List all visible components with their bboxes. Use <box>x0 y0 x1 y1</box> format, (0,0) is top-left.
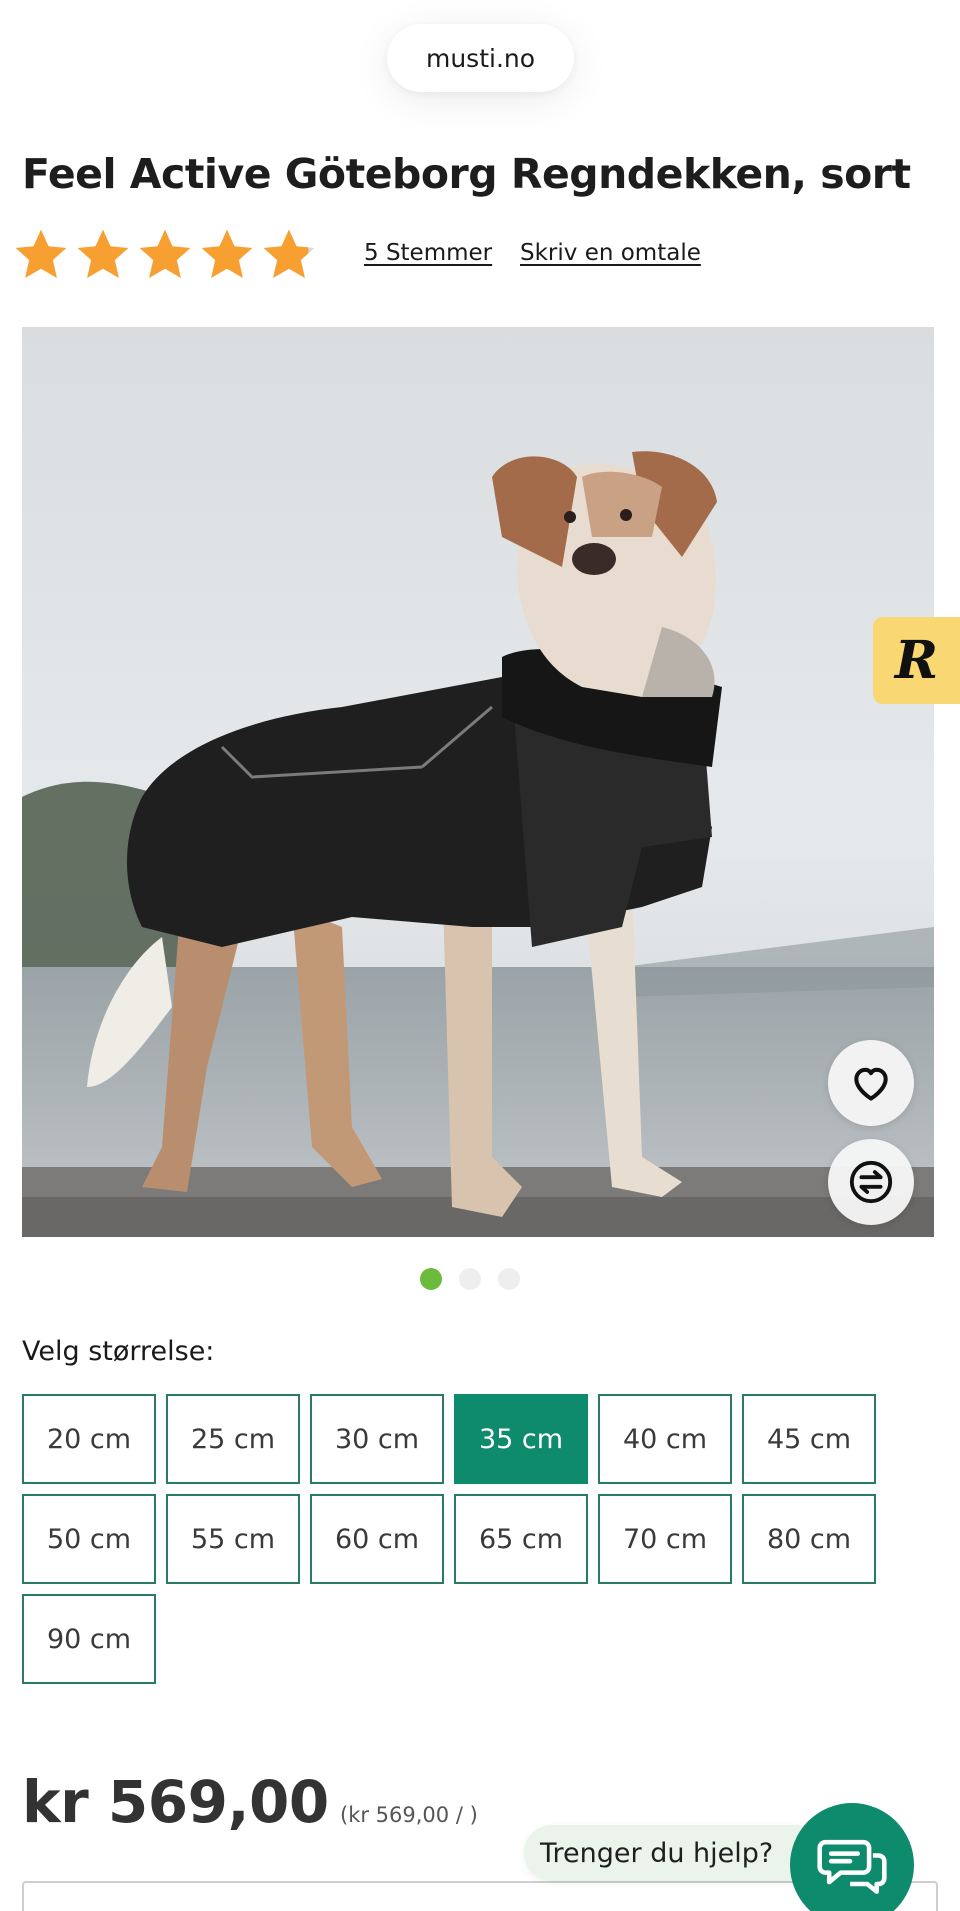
favorite-button[interactable] <box>828 1040 914 1126</box>
size-label: Velg størrelse: <box>22 1336 215 1367</box>
url-bar[interactable]: musti.no <box>387 24 574 92</box>
carousel-dot[interactable] <box>498 1268 520 1290</box>
dog-photo <box>22 327 934 1237</box>
size-option[interactable]: 55 cm <box>166 1494 300 1584</box>
size-option[interactable]: 45 cm <box>742 1394 876 1484</box>
help-prompt[interactable]: Trenger du hjelp? <box>524 1825 824 1881</box>
size-option[interactable]: 80 cm <box>742 1494 876 1584</box>
size-option[interactable]: 20 cm <box>22 1394 156 1484</box>
rating-row: 5 Stemmer Skriv en omtale <box>12 224 952 288</box>
size-option[interactable]: 50 cm <box>22 1494 156 1584</box>
help-label: Trenger du hjelp? <box>540 1837 774 1869</box>
size-option[interactable]: 70 cm <box>598 1494 732 1584</box>
star-icon-partial <box>263 229 315 278</box>
url-text: musti.no <box>425 43 536 73</box>
size-option[interactable]: 25 cm <box>166 1394 300 1484</box>
unit-price: (kr 569,00 / ) <box>340 1803 478 1827</box>
chat-icon <box>817 1839 887 1894</box>
heart-icon <box>854 1067 888 1101</box>
compare-arrows-icon <box>849 1160 893 1204</box>
size-option[interactable]: 90 cm <box>22 1594 156 1684</box>
size-option[interactable]: 60 cm <box>310 1494 444 1584</box>
star-icon <box>201 229 253 278</box>
write-review-link[interactable]: Skriv en omtale <box>520 240 701 266</box>
star-icon <box>77 229 129 278</box>
size-options: 20 cm 25 cm 30 cm 35 cm 40 cm 45 cm 50 c… <box>22 1394 902 1684</box>
size-option[interactable]: 40 cm <box>598 1394 732 1484</box>
size-option[interactable]: 30 cm <box>310 1394 444 1484</box>
carousel-dots <box>420 1268 520 1290</box>
carousel-dot-active[interactable] <box>420 1268 442 1290</box>
star-icon <box>15 229 67 278</box>
compare-button[interactable] <box>828 1139 914 1225</box>
price: kr 569,00 <box>22 1768 329 1836</box>
carousel-dot[interactable] <box>459 1268 481 1290</box>
votes-link[interactable]: 5 Stemmer <box>364 240 492 266</box>
star-rating <box>12 226 318 284</box>
star-icon <box>139 229 191 278</box>
product-title: Feel Active Göteborg Regndekken, sort <box>22 150 911 198</box>
size-option[interactable]: 65 cm <box>454 1494 588 1584</box>
size-option-selected[interactable]: 35 cm <box>454 1394 588 1484</box>
r-badge-icon[interactable]: R <box>873 617 960 704</box>
chat-button[interactable] <box>790 1803 914 1911</box>
product-image[interactable] <box>22 327 934 1237</box>
